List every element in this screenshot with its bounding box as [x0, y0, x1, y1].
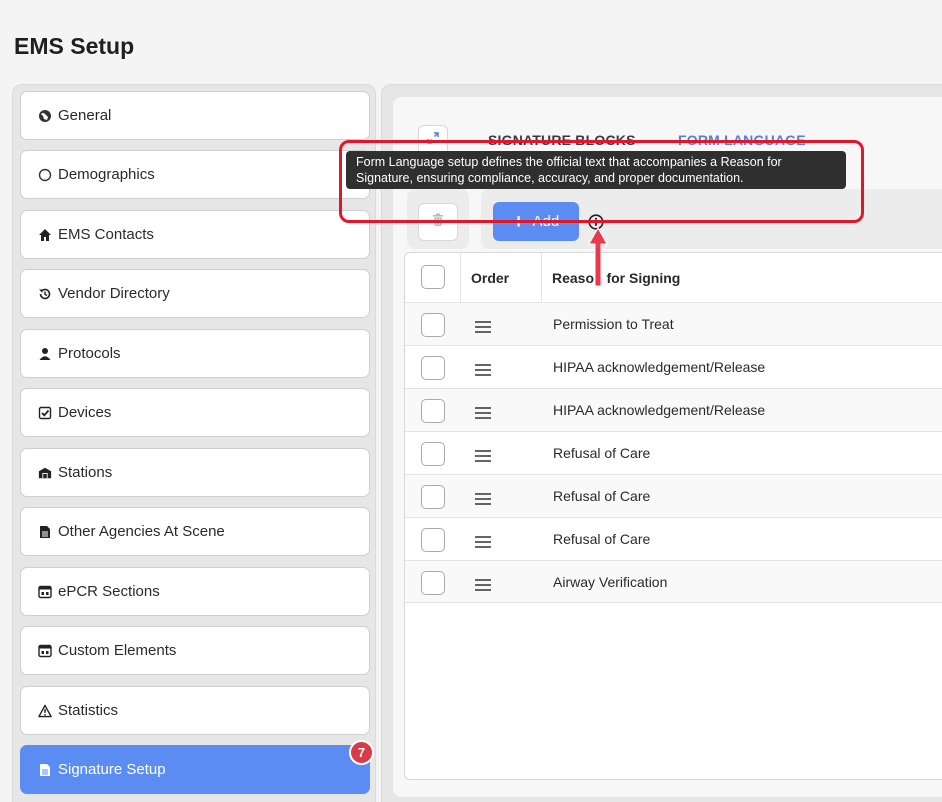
window-icon [38, 585, 52, 599]
warning-icon [38, 704, 52, 718]
sidebar-item-label: ePCR Sections [58, 583, 160, 600]
reason-cell: Permission to Treat [553, 316, 674, 332]
sidebar-item-label: Stations [58, 464, 113, 481]
sidebar-item-devices[interactable]: Devices [20, 388, 370, 437]
sidebar-item-label: Protocols [58, 345, 121, 362]
sidebar-item-statistics[interactable]: Statistics [20, 686, 370, 735]
drag-handle-icon[interactable] [475, 536, 491, 548]
sidebar-item-stations[interactable]: Stations [20, 448, 370, 497]
sidebar-item-protocols[interactable]: Protocols [20, 329, 370, 378]
column-header-reason[interactable]: Reason for Signing [552, 253, 680, 302]
sidebar-item-general[interactable]: General [20, 91, 370, 140]
annotation-highlight-box [339, 140, 864, 223]
table-row[interactable]: Airway Verification [405, 560, 942, 603]
sidebar-item-label: General [58, 107, 112, 124]
document-icon [38, 525, 52, 539]
drag-handle-icon[interactable] [475, 493, 491, 505]
document-icon [38, 763, 52, 777]
reason-cell: Airway Verification [553, 574, 668, 590]
window-icon [38, 644, 52, 658]
sidebar-item-signature-setup[interactable]: Signature Setup 7 [20, 740, 374, 794]
form-language-table: Order Reason for Signing Permission to T… [404, 252, 942, 780]
sidebar-item-label: Demographics [58, 166, 155, 183]
table-row[interactable]: Refusal of Care [405, 474, 942, 517]
annotation-arrow-icon [588, 226, 608, 287]
sidebar-item-label: Vendor Directory [58, 285, 170, 302]
drag-handle-icon[interactable] [475, 579, 491, 591]
checkbox-icon [38, 406, 52, 420]
row-checkbox[interactable] [421, 485, 445, 509]
sidebar-item-label: Signature Setup [58, 761, 166, 778]
select-all-checkbox[interactable] [421, 265, 445, 289]
row-checkbox[interactable] [421, 313, 445, 337]
table-row[interactable]: Refusal of Care [405, 517, 942, 560]
row-checkbox[interactable] [421, 399, 445, 423]
drag-handle-icon[interactable] [475, 321, 491, 333]
home-icon [38, 228, 52, 242]
sidebar-item-label: Devices [58, 404, 112, 421]
sidebar: General Demographics EMS Contacts Vendor… [12, 84, 376, 802]
reason-cell: HIPAA acknowledgement/Release [553, 402, 766, 418]
row-checkbox[interactable] [421, 356, 445, 380]
reason-cell: Refusal of Care [553, 531, 651, 547]
user-icon [38, 347, 52, 361]
reason-cell: HIPAA acknowledgement/Release [553, 359, 766, 375]
sidebar-item-label: Statistics [58, 702, 119, 719]
sidebar-item-ems-contacts[interactable]: EMS Contacts [20, 210, 370, 259]
table-row[interactable]: Refusal of Care [405, 431, 942, 474]
sidebar-item-demographics[interactable]: Demographics [20, 150, 370, 199]
column-header-order[interactable]: Order [471, 253, 509, 302]
table-row[interactable]: HIPAA acknowledgement/Release [405, 345, 942, 388]
reason-cell: Refusal of Care [553, 445, 651, 461]
drag-handle-icon[interactable] [475, 407, 491, 419]
row-checkbox[interactable] [421, 528, 445, 552]
sidebar-item-vendor-directory[interactable]: Vendor Directory [20, 269, 370, 318]
row-checkbox[interactable] [421, 442, 445, 466]
sidebar-item-label: Custom Elements [58, 642, 177, 659]
drag-handle-icon[interactable] [475, 450, 491, 462]
row-checkbox[interactable] [421, 571, 445, 595]
page-title: EMS Setup [14, 33, 135, 59]
globe-icon [38, 109, 52, 123]
sidebar-item-custom-elements[interactable]: Custom Elements [20, 626, 370, 675]
drag-handle-icon[interactable] [475, 364, 491, 376]
circle-icon [38, 168, 52, 182]
notification-badge: 7 [349, 740, 374, 765]
sidebar-item-label: Other Agencies At Scene [58, 523, 225, 540]
sidebar-item-epcr-sections[interactable]: ePCR Sections [20, 567, 370, 616]
table-row[interactable]: HIPAA acknowledgement/Release [405, 388, 942, 431]
reason-cell: Refusal of Care [553, 488, 651, 504]
station-icon [38, 466, 52, 480]
history-icon [38, 287, 52, 301]
table-row[interactable]: Permission to Treat [405, 302, 942, 345]
sidebar-item-label: EMS Contacts [58, 226, 154, 243]
sidebar-item-other-agencies[interactable]: Other Agencies At Scene [20, 507, 370, 556]
